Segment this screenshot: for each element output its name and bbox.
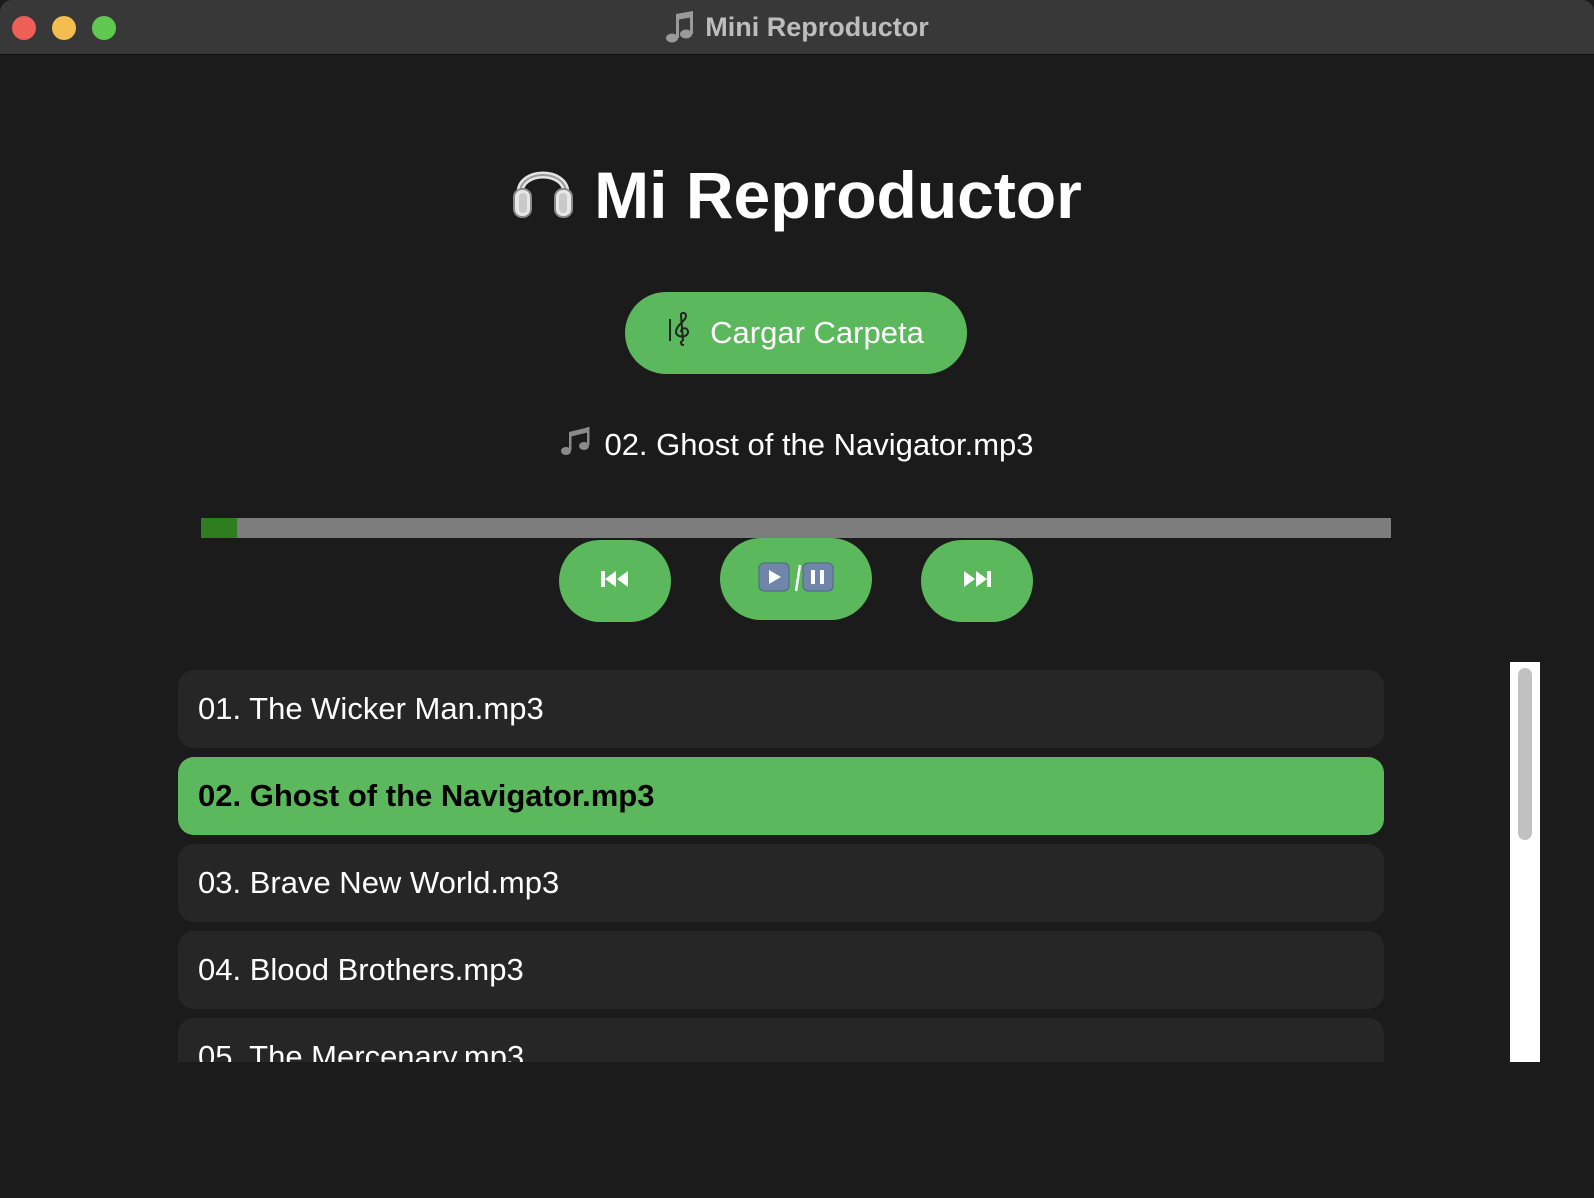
progress-bar-fill <box>201 518 237 538</box>
load-folder-label: Cargar Carpeta <box>710 315 924 350</box>
music-notes-icon <box>560 424 594 466</box>
play-pause-icon <box>758 561 834 598</box>
app-header: Mi Reproductor <box>0 155 1594 234</box>
playlist-item[interactable]: 03. Brave New World.mp3 <box>178 844 1384 922</box>
playlist-item-label: 01. The Wicker Man.mp3 <box>198 691 544 726</box>
scrollbar-thumb[interactable] <box>1518 668 1532 840</box>
treble-clef-icon <box>668 311 696 355</box>
playlist-item[interactable]: 01. The Wicker Man.mp3 <box>178 670 1384 748</box>
previous-track-icon <box>600 569 630 594</box>
progress-bar[interactable] <box>201 518 1391 538</box>
play-pause-button[interactable] <box>720 538 872 620</box>
playlist-item[interactable]: 05. The Mercenary.mp3 <box>178 1018 1384 1062</box>
previous-track-button[interactable] <box>559 540 671 622</box>
next-track-button[interactable] <box>921 540 1033 622</box>
playlist-item-label: 02. Ghost of the Navigator.mp3 <box>198 778 655 813</box>
playlist-item-active[interactable]: 02. Ghost of the Navigator.mp3 <box>178 757 1384 835</box>
headphones-icon <box>512 155 574 234</box>
app-window: Mini Reproductor Mi Reproductor Cargar C… <box>0 0 1594 1198</box>
load-folder-button[interactable]: Cargar Carpeta <box>625 292 967 374</box>
playlist-item-label: 05. The Mercenary.mp3 <box>198 1039 525 1062</box>
now-playing: 02. Ghost of the Navigator.mp3 <box>0 420 1594 470</box>
page-title: Mi Reproductor <box>594 157 1082 232</box>
playlist-item-label: 03. Brave New World.mp3 <box>198 865 560 900</box>
next-track-icon <box>962 569 992 594</box>
window-title-group: Mini Reproductor <box>0 0 1594 55</box>
playlist-item[interactable]: 04. Blood Brothers.mp3 <box>178 931 1384 1009</box>
music-note-icon <box>665 10 695 45</box>
playlist-item-label: 04. Blood Brothers.mp3 <box>198 952 524 987</box>
playlist-scrollbar[interactable] <box>1510 662 1540 1062</box>
now-playing-track: 02. Ghost of the Navigator.mp3 <box>604 427 1034 462</box>
title-bar: Mini Reproductor <box>0 0 1594 55</box>
playlist[interactable]: 01. The Wicker Man.mp3 02. Ghost of the … <box>178 670 1386 1062</box>
window-title: Mini Reproductor <box>705 12 929 42</box>
